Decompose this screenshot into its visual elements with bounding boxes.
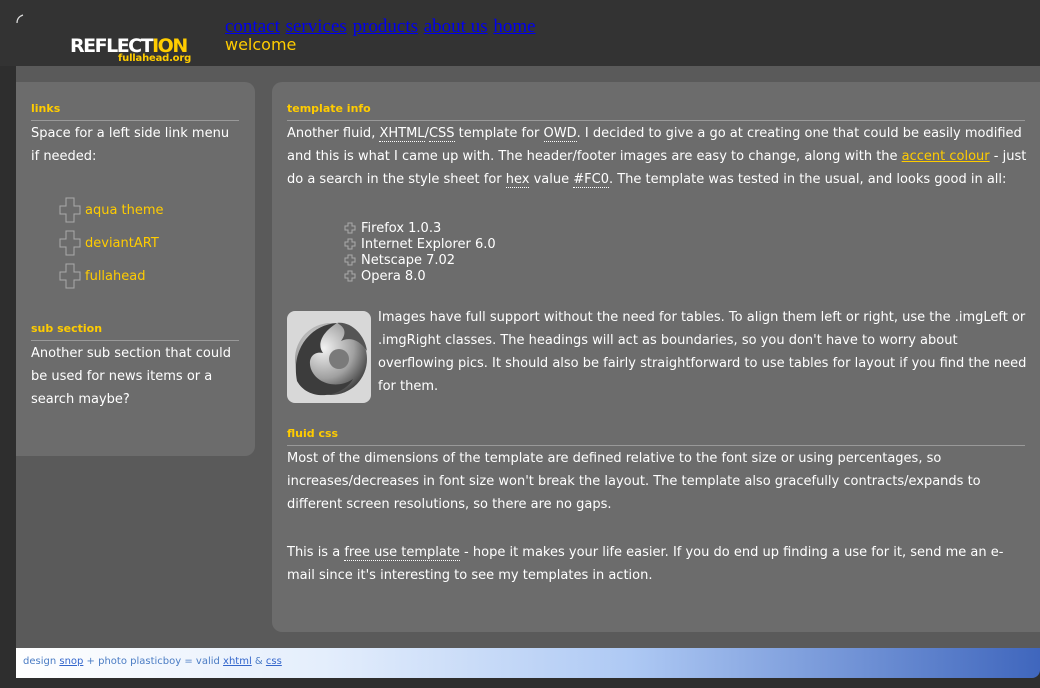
plus-icon (59, 197, 81, 223)
template-info-heading: template info (287, 102, 1025, 121)
sidebar-link-deviantart[interactable]: deviantART (58, 228, 159, 258)
hex-abbr: hex (505, 172, 530, 188)
nav-about-us[interactable]: about us (424, 16, 488, 37)
header: REFLECTION fullahead.org contact service… (0, 0, 1040, 66)
sub-section-heading: sub section (31, 322, 239, 341)
free-use-text: This is a free use template - hope it ma… (287, 545, 1004, 583)
links-heading: links (31, 102, 239, 121)
sidebar-link-label[interactable]: deviantART (85, 236, 159, 251)
sidebar-link-label[interactable]: fullahead (85, 269, 145, 284)
list-item: Firefox 1.0.3 (344, 220, 496, 236)
fc0-abbr: #FC0 (573, 172, 609, 188)
plus-bullet-icon (344, 254, 356, 266)
footer-credits: design snop + photo plasticboy = valid x… (23, 656, 282, 667)
sidebar-link-label[interactable]: aqua theme (85, 203, 164, 218)
template-info-text: Another fluid, XHTML/CSS template for OW… (287, 126, 1027, 188)
logo: REFLECTION fullahead.org (70, 34, 210, 68)
firefox-image (287, 311, 371, 403)
plus-bullet-icon (344, 270, 356, 282)
logo-sub: fullahead.org (118, 53, 192, 64)
plus-bullet-icon (344, 238, 356, 250)
plus-icon (59, 263, 81, 289)
links-text: Space for a left side link menu if neede… (31, 126, 230, 164)
sub-section-text: Another sub section that could be used f… (31, 346, 231, 407)
nav-contact[interactable]: contact (225, 16, 280, 37)
list-item: Internet Explorer 6.0 (344, 236, 496, 252)
nav-services[interactable]: services (286, 16, 347, 37)
fluid-css-text: Most of the dimensions of the template a… (287, 451, 981, 512)
sidebar-link-aqua-theme[interactable]: aqua theme (58, 195, 164, 225)
plus-bullet-icon (344, 222, 356, 234)
footer-css-link[interactable]: css (266, 656, 282, 667)
list-item: Opera 8.0 (344, 268, 496, 284)
fluid-css-heading: fluid css (287, 427, 1025, 446)
footer: design snop + photo plasticboy = valid x… (16, 648, 1040, 678)
nav-products[interactable]: products (353, 16, 418, 37)
plus-icon (59, 230, 81, 256)
footer-snop-link[interactable]: snop (59, 656, 83, 667)
browser-list: Firefox 1.0.3 Internet Explorer 6.0 Nets… (344, 220, 496, 284)
footer-xhtml-link[interactable]: xhtml (223, 656, 252, 667)
images-text: Images have full support without the nee… (378, 310, 1027, 394)
left-sidebar: links Space for a left side link menu if… (16, 82, 255, 456)
sidebar-link-fullahead[interactable]: fullahead (58, 261, 145, 291)
welcome-text: welcome (225, 35, 297, 54)
owd-abbr: OWD (543, 126, 577, 142)
main-content: template info Another fluid, XHTML/CSS t… (272, 82, 1040, 632)
xhtml-abbr: XHTML (379, 126, 425, 142)
free-use-template-link[interactable]: free use template (344, 545, 460, 561)
nav-home[interactable]: home (493, 16, 535, 37)
accent-colour-link[interactable]: accent colour (902, 149, 990, 164)
css-abbr: CSS (428, 126, 455, 142)
swoosh-icon (16, 14, 24, 24)
list-item: Netscape 7.02 (344, 252, 496, 268)
